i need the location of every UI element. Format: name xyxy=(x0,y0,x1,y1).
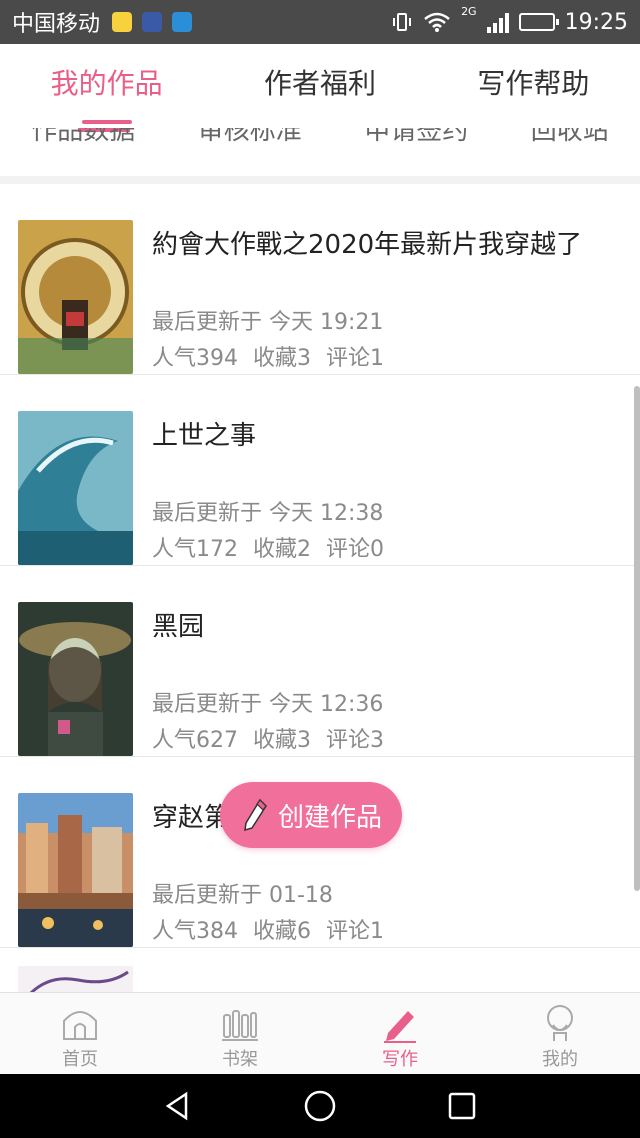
bottom-nav: 首页 书架 写作 我的 xyxy=(0,992,640,1074)
sub-tab-recycle-bin[interactable]: 回收站 xyxy=(531,128,609,147)
pencil-icon xyxy=(244,798,267,832)
notification-icons xyxy=(112,12,193,32)
back-button[interactable] xyxy=(148,1074,208,1138)
work-favorites: 收藏3 xyxy=(253,346,311,371)
work-title: 上世之事 xyxy=(152,421,257,451)
work-stats: 人气384 收藏6 评论1 xyxy=(152,913,392,945)
battery-icon xyxy=(518,13,559,31)
work-cover-image xyxy=(18,220,133,374)
nav-home[interactable]: 首页 xyxy=(0,993,160,1074)
work-item[interactable]: 黑园 最后更新于 今天 12:36 人气627 收藏3 评论3 xyxy=(0,566,640,757)
sub-tab-apply-contract[interactable]: 申请签约 xyxy=(364,128,468,147)
tab-author-benefits[interactable]: 作者福利 xyxy=(213,44,426,128)
work-favorites: 收藏6 xyxy=(253,919,311,944)
work-title: 穿赵第 xyxy=(152,803,231,833)
work-cover-image xyxy=(18,602,133,756)
qq-notification-icon xyxy=(112,12,133,32)
work-item[interactable]: 上世之事 最后更新于 今天 12:38 人气172 收藏2 评论0 xyxy=(0,375,640,566)
wifi-icon xyxy=(424,12,450,32)
nav-home-label: 首页 xyxy=(62,1049,98,1070)
tab-writing-help[interactable]: 写作帮助 xyxy=(427,44,640,128)
sub-tabs: 作品数据 审核标准 申请签约 回收站 xyxy=(0,128,640,176)
signal-icon xyxy=(486,11,509,33)
work-cover-image xyxy=(18,793,133,947)
work-comments: 评论1 xyxy=(326,919,384,944)
top-tabs: 我的作品 作者福利 写作帮助 xyxy=(0,44,640,128)
work-stats: 人气172 收藏2 评论0 xyxy=(152,531,392,563)
profile-icon xyxy=(547,1005,573,1041)
nav-bookshelf[interactable]: 书架 xyxy=(160,993,320,1074)
work-title: 黑园 xyxy=(152,612,205,642)
work-stats: 人气627 收藏3 评论3 xyxy=(152,722,392,754)
works-list: 約會大作戰之2020年最新片我穿越了 最后更新于 今天 19:21 人气394 … xyxy=(0,184,640,992)
work-updated: 最后更新于 01-18 xyxy=(152,883,333,908)
work-popularity: 人气627 xyxy=(152,728,238,753)
nav-write[interactable]: 写作 xyxy=(320,993,480,1074)
system-navigation-bar xyxy=(0,1074,640,1138)
work-popularity: 人气394 xyxy=(152,346,238,371)
work-favorites: 收藏2 xyxy=(253,537,311,562)
home-icon xyxy=(63,1011,97,1040)
home-button[interactable] xyxy=(290,1074,350,1138)
tab-my-works[interactable]: 我的作品 xyxy=(0,44,213,128)
work-cover-image xyxy=(18,411,133,565)
recents-button[interactable] xyxy=(432,1074,492,1138)
create-work-label: 创建作品 xyxy=(278,802,383,833)
work-updated: 最后更新于 今天 19:21 xyxy=(152,310,384,335)
create-work-button[interactable]: 创建作品 xyxy=(220,782,402,848)
work-updated: 最后更新于 今天 12:38 xyxy=(152,501,384,526)
bookshelf-icon xyxy=(222,1010,258,1041)
work-stats: 人气394 收藏3 评论1 xyxy=(152,340,392,372)
work-favorites: 收藏3 xyxy=(253,728,311,753)
nav-profile-label: 我的 xyxy=(542,1049,578,1070)
nav-profile[interactable]: 我的 xyxy=(480,993,640,1074)
sub-tab-work-data[interactable]: 作品数据 xyxy=(31,128,135,147)
sub-tab-review-standards[interactable]: 审核标准 xyxy=(198,128,302,147)
vibrate-icon xyxy=(393,13,412,31)
carrier-label: 中国移动 xyxy=(12,12,101,37)
work-comments: 评论0 xyxy=(326,537,384,562)
nav-write-label: 写作 xyxy=(382,1049,418,1070)
network-type-label: 2G xyxy=(461,5,477,18)
section-divider xyxy=(0,176,640,184)
work-popularity: 人气172 xyxy=(152,537,238,562)
work-title: 約會大作戰之2020年最新片我穿越了 xyxy=(152,230,583,260)
circle-home-icon xyxy=(304,1090,336,1122)
work-updated: 最后更新于 今天 12:36 xyxy=(152,692,384,717)
status-bar: 中国移动 2G 19:25 xyxy=(0,0,640,44)
scrollbar[interactable] xyxy=(634,386,640,891)
status-indicators: 2G 19:25 xyxy=(391,0,628,44)
message-notification-icon xyxy=(172,12,193,32)
nav-bookshelf-label: 书架 xyxy=(222,1049,258,1070)
pencil-icon xyxy=(384,1011,416,1043)
back-icon xyxy=(165,1091,188,1121)
work-comments: 评论1 xyxy=(326,346,384,371)
work-popularity: 人气384 xyxy=(152,919,238,944)
work-comments: 评论3 xyxy=(326,728,384,753)
clock: 19:25 xyxy=(564,9,628,35)
recents-icon xyxy=(448,1092,476,1120)
app-notification-icon xyxy=(142,12,163,32)
work-item-partial[interactable] xyxy=(0,948,640,992)
work-cover-image xyxy=(18,966,133,992)
work-item[interactable]: 約會大作戰之2020年最新片我穿越了 最后更新于 今天 19:21 人气394 … xyxy=(0,184,640,375)
